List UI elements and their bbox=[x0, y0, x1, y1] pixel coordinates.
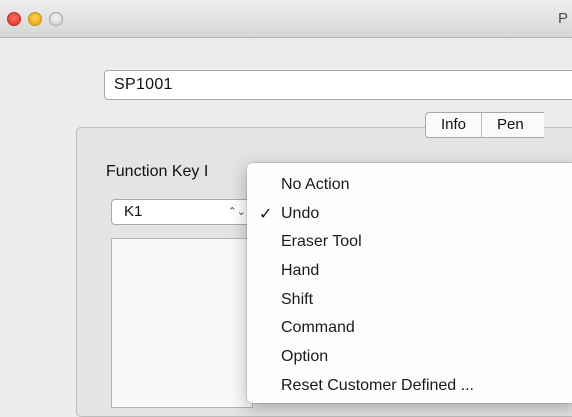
menu-item-label: Hand bbox=[281, 262, 320, 280]
close-window-button[interactable] bbox=[7, 12, 21, 26]
menu-item-hand[interactable]: Hand bbox=[247, 257, 572, 286]
menu-item-label: No Action bbox=[281, 176, 350, 193]
action-dropdown-menu: No Action ✓ Undo Eraser Tool Hand Shift … bbox=[247, 163, 572, 403]
tab-info[interactable]: Info bbox=[426, 113, 481, 137]
menu-item-no-action[interactable]: No Action bbox=[247, 171, 572, 200]
menu-item-reset-customer-defined[interactable]: Reset Customer Defined ... bbox=[247, 372, 572, 401]
window-title: P bbox=[557, 10, 568, 27]
menu-item-label: Undo bbox=[281, 204, 320, 222]
menu-item-option[interactable]: Option bbox=[247, 343, 572, 372]
menu-item-command[interactable]: Command bbox=[247, 314, 572, 343]
title-bar: P bbox=[0, 0, 572, 38]
menu-item-undo[interactable]: ✓ Undo bbox=[247, 200, 572, 229]
function-key-label: Function Key I bbox=[106, 163, 209, 180]
device-name-field[interactable]: SP1001 bbox=[104, 70, 572, 100]
checkmark-icon: ✓ bbox=[259, 203, 273, 223]
function-key-list[interactable] bbox=[111, 238, 253, 408]
menu-item-shift[interactable]: Shift bbox=[247, 286, 572, 315]
up-down-arrows-icon: ⌃⌄ bbox=[227, 206, 246, 218]
menu-item-label: Reset Customer Defined ... bbox=[281, 376, 474, 394]
menu-item-label: Command bbox=[281, 319, 355, 337]
minimize-window-button[interactable] bbox=[28, 12, 42, 26]
menu-item-eraser-tool[interactable]: Eraser Tool bbox=[247, 228, 572, 257]
tab-bar: Info Pen bbox=[425, 112, 544, 138]
menu-item-label: Option bbox=[281, 348, 329, 366]
menu-item-label: Shift bbox=[281, 290, 314, 308]
zoom-window-button[interactable] bbox=[49, 12, 63, 26]
function-key-select[interactable]: K1 ⌃⌄ bbox=[111, 199, 253, 225]
tab-pen[interactable]: Pen bbox=[481, 113, 544, 137]
function-key-select-value: K1 bbox=[124, 203, 143, 220]
menu-item-label: Eraser Tool bbox=[281, 233, 362, 251]
